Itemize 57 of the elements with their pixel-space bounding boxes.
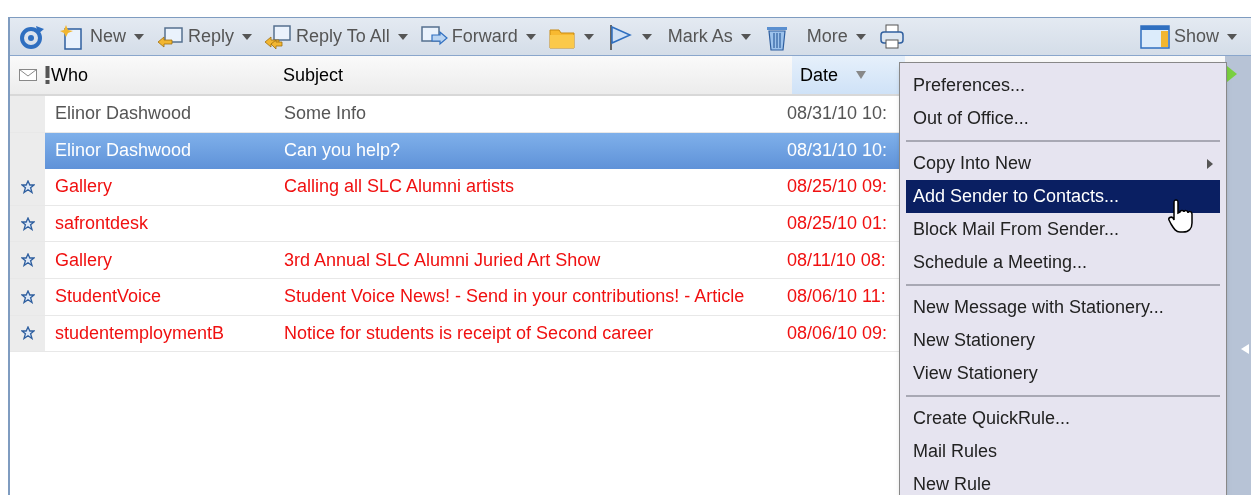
star-icon [20,289,35,304]
date-cell: 08/31/10 10: [787,103,888,124]
sender-cell: StudentVoice [55,286,162,307]
priority-icon[interactable] [45,66,50,84]
envelope-icon[interactable] [18,69,37,81]
dropdown-caret-icon[interactable] [397,33,408,40]
sender-cell: Gallery [55,249,112,270]
sender-cell: studentemploymentB [55,322,225,343]
date-cell: 08/25/10 09: [787,176,888,197]
subject-cell: 3rd Annual SLC Alumni Juried Art Show [284,249,601,270]
dropdown-caret-icon[interactable] [740,33,751,40]
column-header[interactable]: Subject [275,56,792,94]
menu-item[interactable]: Mail Rules [906,435,1220,468]
subject-cell: Notice for students is receipt of Second career [284,322,654,343]
dropdown-caret-icon[interactable] [641,33,652,40]
menu-item[interactable]: Out of Office... [906,102,1220,135]
dropdown-caret-icon[interactable] [855,33,866,40]
star-icon [20,180,35,194]
dropdown-caret-icon[interactable] [1227,33,1237,40]
subject-cell: Can you help? [284,140,401,161]
toolbar-button[interactable]: Reply [154,20,255,53]
date-cell: 08/06/10 11: [787,286,886,307]
toolbar-button[interactable]: Reply To All [262,20,410,53]
toolbar-button[interactable]: More [800,21,868,52]
column-header[interactable]: Who [50,56,275,94]
date-cell: 08/31/10 10: [787,140,888,161]
hand-pointer-icon [1168,198,1194,234]
submenu-arrow-icon [1207,158,1213,169]
date-cell: 08/11/10 08: [787,249,886,270]
dropdown-caret-icon[interactable] [583,33,594,40]
sort-arrow-icon[interactable] [856,71,867,79]
menu-item[interactable]: View Stationery [906,357,1220,390]
menu-item[interactable]: New Rule [906,468,1220,495]
sender-cell: Gallery [55,176,112,197]
subject-cell: Student Voice News! - Send in your contributions! - Article [284,286,745,307]
sender-cell: Elinor Dashwood [55,103,192,124]
date-cell: 08/25/10 01: [787,213,888,234]
column-header[interactable]: Date [792,56,905,94]
star-icon [20,253,35,268]
menu-item[interactable]: Create QuickRule... [906,402,1220,435]
reply-all-icon[interactable] [264,22,293,51]
subject-cell: Calling all SLC Alumni artists [284,176,515,197]
toolbar-button[interactable]: Forward [417,20,538,53]
subject-cell: Some Info [284,103,367,124]
dropdown-caret-icon[interactable] [242,33,253,40]
dropdown-caret-icon[interactable] [134,33,144,40]
date-cell: 08/06/10 09: [787,322,888,343]
show-button[interactable]: Show [1139,23,1237,50]
sender-cell: safrontdesk [55,213,149,234]
dropdown-caret-icon[interactable] [525,33,536,40]
toolbar-button[interactable]: Mark As [661,21,753,52]
sender-cell: Elinor Dashwood [55,140,192,161]
star-icon [20,216,35,231]
layout-icon[interactable] [1139,24,1170,49]
menu-item[interactable]: Schedule a Meeting... [906,246,1220,279]
toolbar-button[interactable]: New [56,20,146,53]
star-icon [20,326,35,341]
